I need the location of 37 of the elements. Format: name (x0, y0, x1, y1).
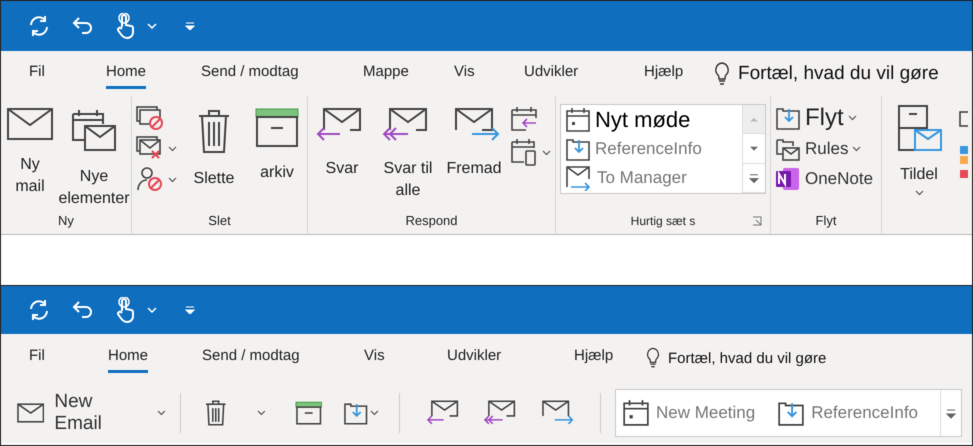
respond-button[interactable]: Svar til alle (378, 104, 438, 202)
rules-button[interactable]: Rules (775, 136, 862, 162)
group-label: Flyt (814, 213, 838, 230)
ribbon-tab[interactable]: Home (106, 58, 146, 88)
quick-step-item[interactable]: ReferenceInfo (561, 134, 742, 163)
group-label: Ny (57, 213, 75, 230)
respond-button[interactable]: Svar (312, 104, 372, 180)
quick-step-item[interactable]: Nyt møde (561, 105, 742, 134)
quick-step-item[interactable]: To Manager (561, 163, 742, 192)
group-label: Respond (404, 213, 459, 230)
tell-me-field[interactable]: Fortæl, hvad du vil gøre (668, 350, 826, 366)
ribbon-tab[interactable]: Send / modtag (201, 58, 299, 88)
ribbon-tab[interactable]: Mappe (363, 58, 409, 88)
ribbon-tab[interactable]: Hjælp (574, 343, 614, 373)
respond-button[interactable]: Fremad (444, 104, 504, 180)
ribbon-tab[interactable]: Udvikler (524, 58, 578, 88)
ribbon-tab[interactable]: Fil (29, 58, 45, 88)
ribbon-tab[interactable]: Fil (29, 343, 45, 373)
archive-button[interactable]: arkiv (251, 104, 303, 184)
new-email-button[interactable]: New Email (13, 386, 148, 438)
ribbon-tab[interactable]: Home (108, 343, 148, 373)
assign-button[interactable]: Tildel (886, 104, 952, 196)
ribbon-tab[interactable]: Hjælp (644, 58, 684, 88)
new-items-button[interactable]: Nye elementer (61, 104, 127, 210)
group-label: Hurtig sæt s (630, 214, 696, 228)
group-label: Slet (207, 213, 232, 230)
onenote-button[interactable]: OneNote (775, 166, 874, 192)
tell-me-field[interactable]: Fortæl, hvad du vil gøre (738, 62, 939, 84)
ribbon-tab[interactable]: Send / modtag (202, 343, 300, 373)
quick-step-item[interactable]: ReferenceInfo (777, 398, 918, 426)
ribbon-tab[interactable]: Vis (364, 343, 385, 373)
ribbon-tab[interactable]: Vis (454, 58, 475, 88)
new-mail-button[interactable]: Ny mail (5, 104, 55, 198)
move-button[interactable]: Flyt (775, 104, 857, 132)
delete-button[interactable]: Slette (183, 104, 245, 190)
quick-step-item[interactable]: New Meeting (622, 398, 756, 426)
ribbon-tab[interactable]: Udvikler (447, 343, 502, 373)
